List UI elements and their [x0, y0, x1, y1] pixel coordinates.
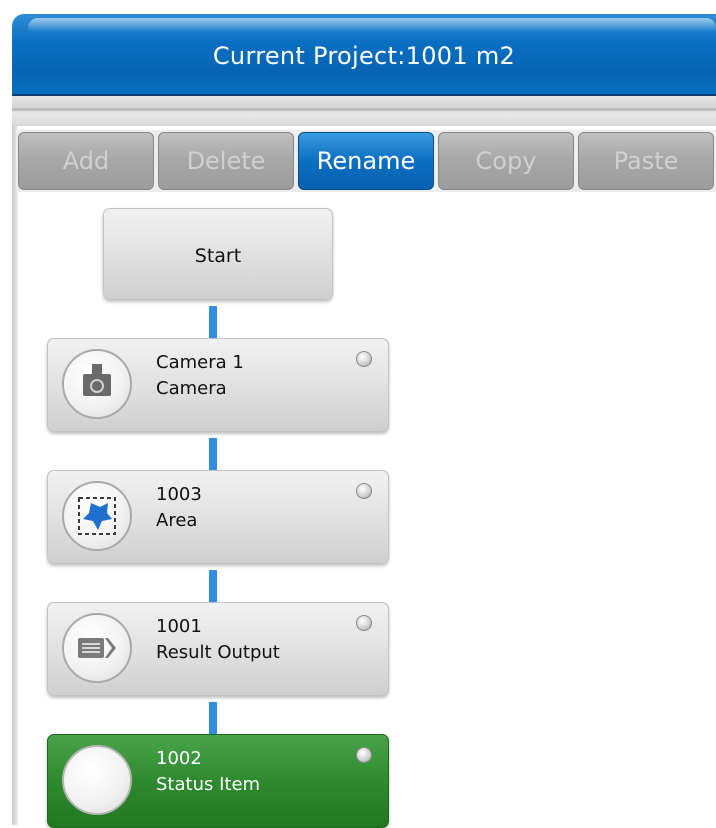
node-id: 1001: [156, 616, 202, 637]
add-button[interactable]: Add: [18, 132, 154, 190]
node-id: 1002: [156, 748, 202, 769]
node-status-indicator: [356, 351, 372, 367]
paste-button[interactable]: Paste: [578, 132, 714, 190]
node-type: Camera: [156, 378, 227, 399]
copy-button[interactable]: Copy: [438, 132, 574, 190]
flow-node-result-output[interactable]: 1001 Result Output: [47, 602, 389, 696]
node-status-indicator: [356, 747, 372, 763]
status-icon: [62, 745, 132, 815]
flow-node-area[interactable]: 1003 Area: [47, 470, 389, 564]
flow-connector: [209, 438, 217, 470]
flow-node-camera[interactable]: Camera 1 Camera: [47, 338, 389, 432]
node-type: Status Item: [156, 774, 261, 795]
flow-connector: [209, 570, 217, 602]
flow-node-status-item[interactable]: 1002 Status Item: [47, 734, 389, 828]
project-title: Current Project:1001 m2: [212, 42, 516, 70]
node-id: Camera 1: [156, 352, 244, 373]
node-type: Area: [156, 510, 198, 531]
edit-toolbar: Add Delete Rename Copy Paste: [16, 130, 716, 192]
camera-icon: [62, 349, 132, 419]
flow-connector: [209, 702, 217, 734]
node-type: Result Output: [156, 642, 280, 663]
rename-button[interactable]: Rename: [298, 132, 434, 190]
node-status-indicator: [356, 615, 372, 631]
start-node[interactable]: Start: [103, 208, 333, 300]
area-icon: [62, 481, 132, 551]
project-title-bar: Current Project:1001 m2: [12, 14, 716, 96]
divider-band: [12, 96, 716, 126]
flow-connector: [209, 306, 217, 338]
delete-button[interactable]: Delete: [158, 132, 294, 190]
left-rule: [12, 126, 18, 825]
start-node-label: Start: [194, 245, 242, 267]
result-output-icon: [62, 613, 132, 683]
node-id: 1003: [156, 484, 202, 505]
node-status-indicator: [356, 483, 372, 499]
